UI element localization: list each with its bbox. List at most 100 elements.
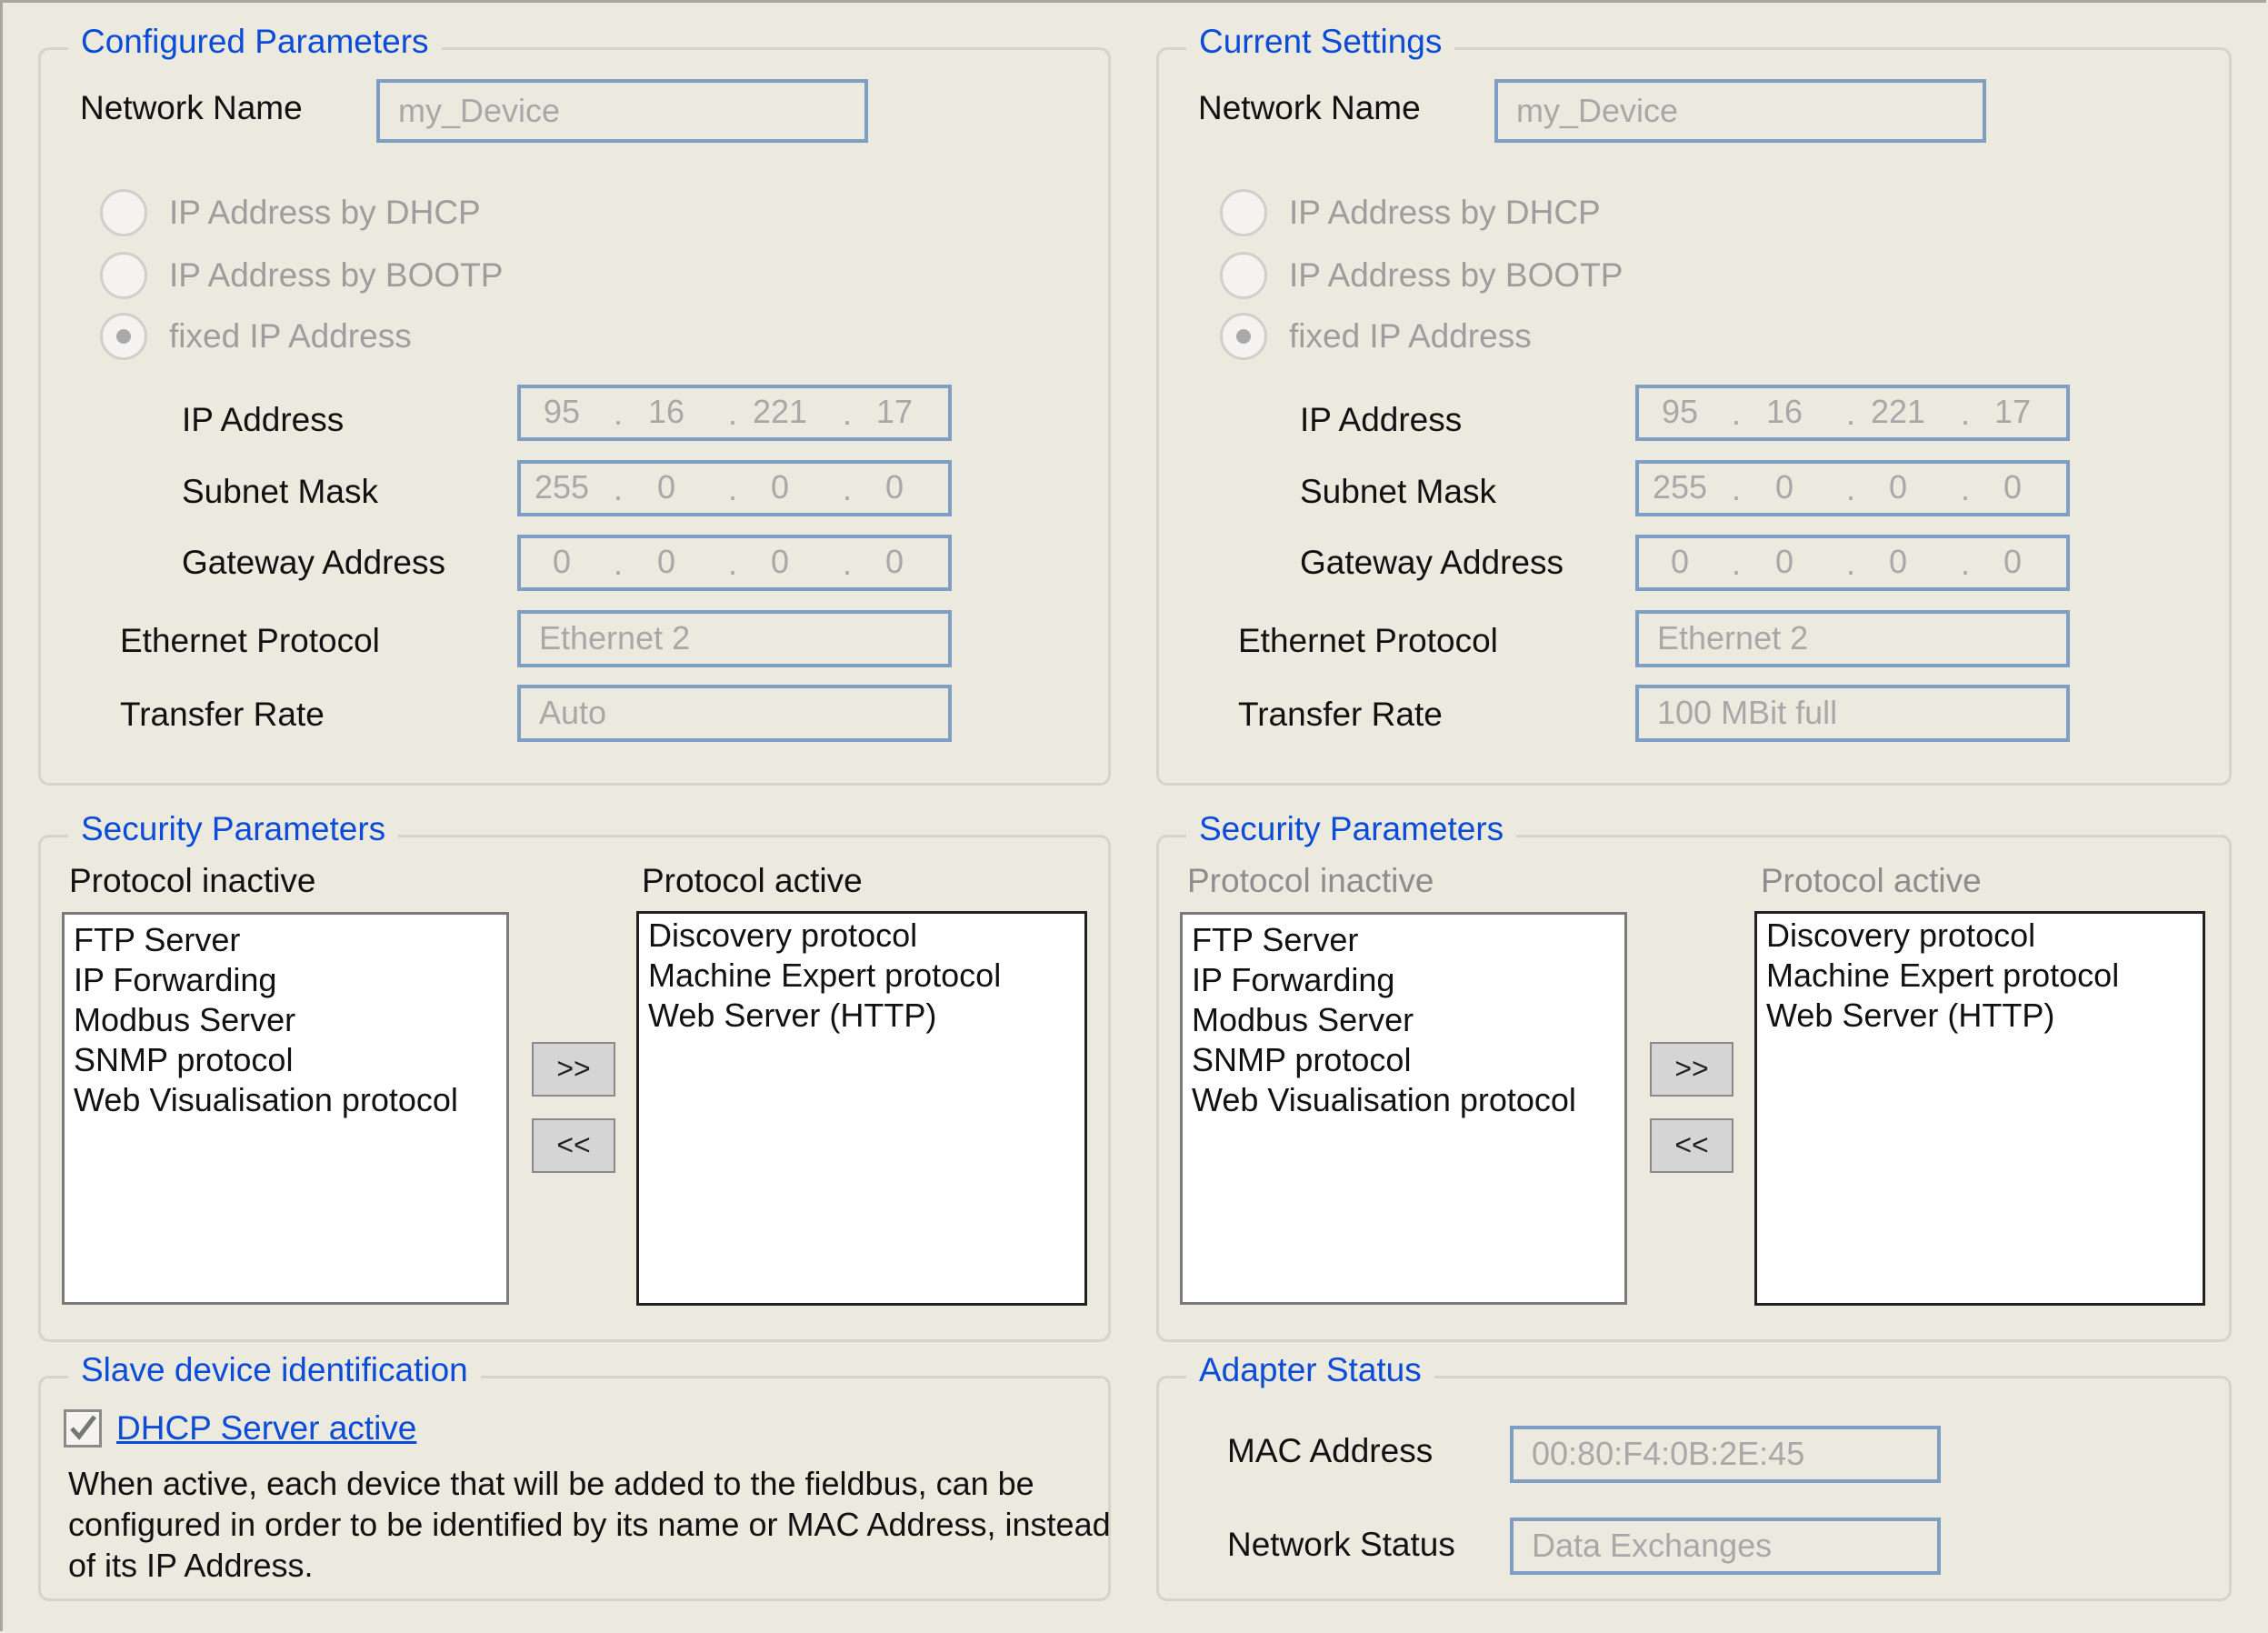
list-item[interactable]: Modbus Server bbox=[1192, 1000, 1615, 1040]
configured-radio-fixed-label: fixed IP Address bbox=[169, 317, 412, 355]
ip-octet-2: 16 bbox=[1765, 393, 1803, 430]
list-item[interactable]: Discovery protocol bbox=[1766, 916, 2193, 956]
current-ethernet-label: Ethernet Protocol bbox=[1238, 622, 1498, 659]
mac-address-label: MAC Address bbox=[1227, 1432, 1434, 1469]
current-transfer-rate-field[interactable]: 100 MBit full bbox=[1635, 685, 2070, 742]
list-item[interactable]: FTP Server bbox=[1192, 920, 1615, 960]
protocol-active-label: Protocol active bbox=[642, 862, 863, 899]
ip-octet-1: 95 bbox=[543, 393, 581, 430]
list-item[interactable]: Discovery protocol bbox=[648, 916, 1075, 956]
ip-dot: . bbox=[1845, 470, 1855, 507]
current-transfer-rate-label: Transfer Rate bbox=[1238, 696, 1443, 733]
list-item[interactable]: Web Visualisation protocol bbox=[74, 1080, 497, 1120]
current-network-name-field[interactable]: my_Device bbox=[1494, 79, 1986, 143]
current-radio-dhcp[interactable] bbox=[1220, 189, 1267, 236]
gateway-octet-1: 0 bbox=[1670, 543, 1690, 580]
list-item[interactable]: FTP Server bbox=[74, 920, 497, 960]
current-ip-field[interactable]: 95 . 16 . 221 . 17 bbox=[1635, 385, 2070, 441]
current-ethernet-field[interactable]: Ethernet 2 bbox=[1635, 610, 2070, 667]
move-right-button[interactable]: >> bbox=[1650, 1042, 1733, 1097]
ip-dot: . bbox=[1731, 395, 1741, 432]
dhcp-server-checkbox[interactable] bbox=[64, 1409, 102, 1448]
current-ip-label: IP Address bbox=[1300, 401, 1463, 438]
configured-radio-bootp[interactable] bbox=[100, 252, 147, 299]
list-item[interactable]: Machine Expert protocol bbox=[648, 956, 1075, 996]
gateway-octet-3: 0 bbox=[1888, 543, 1908, 580]
configured-ip-label: IP Address bbox=[182, 401, 345, 438]
current-radio-fixed-label: fixed IP Address bbox=[1289, 317, 1532, 355]
gateway-octet-3: 0 bbox=[770, 543, 790, 580]
current-radio-fixed[interactable] bbox=[1220, 313, 1267, 360]
current-gateway-field[interactable]: 0 . 0 . 0 . 0 bbox=[1635, 535, 2070, 591]
move-left-button[interactable]: << bbox=[1650, 1118, 1733, 1173]
list-item[interactable]: SNMP protocol bbox=[74, 1040, 497, 1080]
ip-octet-1: 95 bbox=[1661, 393, 1699, 430]
list-item[interactable]: Web Server (HTTP) bbox=[648, 996, 1075, 1036]
current-subnet-field[interactable]: 255 . 0 . 0 . 0 bbox=[1635, 460, 2070, 516]
security-parameters-legend: Security Parameters bbox=[1186, 810, 1517, 848]
list-item[interactable]: IP Forwarding bbox=[74, 960, 497, 1000]
protocol-inactive-list[interactable]: FTP Server IP Forwarding Modbus Server S… bbox=[62, 912, 509, 1305]
ip-dot: . bbox=[842, 395, 852, 432]
gateway-octet-4: 0 bbox=[884, 543, 904, 580]
subnet-octet-1: 255 bbox=[1652, 468, 1708, 506]
ip-dot: . bbox=[613, 395, 623, 432]
protocol-active-list[interactable]: Discovery protocol Machine Expert protoc… bbox=[636, 911, 1087, 1306]
configured-ethernet-field[interactable]: Ethernet 2 bbox=[517, 610, 952, 667]
current-radio-bootp-label: IP Address by BOOTP bbox=[1289, 256, 1624, 294]
subnet-octet-1: 255 bbox=[534, 468, 590, 506]
current-radio-dhcp-label: IP Address by DHCP bbox=[1289, 194, 1601, 231]
move-right-button[interactable]: >> bbox=[532, 1042, 615, 1097]
list-item[interactable]: SNMP protocol bbox=[1192, 1040, 1615, 1080]
ip-octet-4: 17 bbox=[1993, 393, 2032, 430]
ip-dot: . bbox=[1731, 545, 1741, 582]
configured-ip-field[interactable]: 95 . 16 . 221 . 17 bbox=[517, 385, 952, 441]
network-status-field[interactable]: Data Exchanges bbox=[1510, 1518, 1941, 1575]
subnet-octet-4: 0 bbox=[2003, 468, 2023, 506]
ip-dot: . bbox=[1845, 395, 1855, 432]
slave-description-text: When active, each device that will be ad… bbox=[68, 1465, 1111, 1584]
configured-gateway-label: Gateway Address bbox=[182, 544, 445, 581]
protocol-inactive-label: Protocol inactive bbox=[1187, 862, 1434, 899]
slave-device-identification-legend: Slave device identification bbox=[68, 1351, 481, 1389]
list-item[interactable]: Web Server (HTTP) bbox=[1766, 996, 2193, 1036]
ip-dot: . bbox=[1731, 470, 1741, 507]
configured-ethernet-label: Ethernet Protocol bbox=[120, 622, 380, 659]
list-item[interactable]: Web Visualisation protocol bbox=[1192, 1080, 1615, 1120]
protocol-inactive-list[interactable]: FTP Server IP Forwarding Modbus Server S… bbox=[1180, 912, 1627, 1305]
ip-octet-2: 16 bbox=[647, 393, 685, 430]
configured-subnet-field[interactable]: 255 . 0 . 0 . 0 bbox=[517, 460, 952, 516]
list-item[interactable]: IP Forwarding bbox=[1192, 960, 1615, 1000]
subnet-octet-3: 0 bbox=[770, 468, 790, 506]
configured-network-name-field[interactable]: my_Device bbox=[376, 79, 868, 143]
gateway-octet-2: 0 bbox=[656, 543, 676, 580]
ip-dot: . bbox=[1960, 470, 1970, 507]
current-gateway-label: Gateway Address bbox=[1300, 544, 1564, 581]
configured-radio-dhcp[interactable] bbox=[100, 189, 147, 236]
configured-radio-fixed[interactable] bbox=[100, 313, 147, 360]
checkmark-icon bbox=[70, 1415, 96, 1440]
gateway-octet-4: 0 bbox=[2003, 543, 2023, 580]
current-radio-bootp[interactable] bbox=[1220, 252, 1267, 299]
list-item[interactable]: Machine Expert protocol bbox=[1766, 956, 2193, 996]
configured-gateway-field[interactable]: 0 . 0 . 0 . 0 bbox=[517, 535, 952, 591]
configured-transfer-rate-field[interactable]: Auto bbox=[517, 685, 952, 742]
move-left-button[interactable]: << bbox=[532, 1118, 615, 1173]
ip-dot: . bbox=[842, 470, 852, 507]
protocol-inactive-label: Protocol inactive bbox=[69, 862, 316, 899]
gateway-octet-2: 0 bbox=[1774, 543, 1794, 580]
ip-dot: . bbox=[1960, 545, 1970, 582]
ip-octet-3: 221 bbox=[1870, 393, 1926, 430]
mac-address-field[interactable]: 00:80:F4:0B:2E:45 bbox=[1510, 1426, 1941, 1483]
configured-network-name-label: Network Name bbox=[80, 89, 303, 126]
ip-octet-4: 17 bbox=[875, 393, 914, 430]
current-settings-legend: Current Settings bbox=[1186, 23, 1455, 61]
list-item[interactable]: Modbus Server bbox=[74, 1000, 497, 1040]
subnet-octet-3: 0 bbox=[1888, 468, 1908, 506]
protocol-active-list[interactable]: Discovery protocol Machine Expert protoc… bbox=[1754, 911, 2205, 1306]
dhcp-server-active-link[interactable]: DHCP Server active bbox=[116, 1409, 416, 1448]
adapter-status-legend: Adapter Status bbox=[1186, 1351, 1434, 1389]
ip-dot: . bbox=[1845, 545, 1855, 582]
ip-dot: . bbox=[727, 545, 737, 582]
ip-octet-3: 221 bbox=[752, 393, 808, 430]
